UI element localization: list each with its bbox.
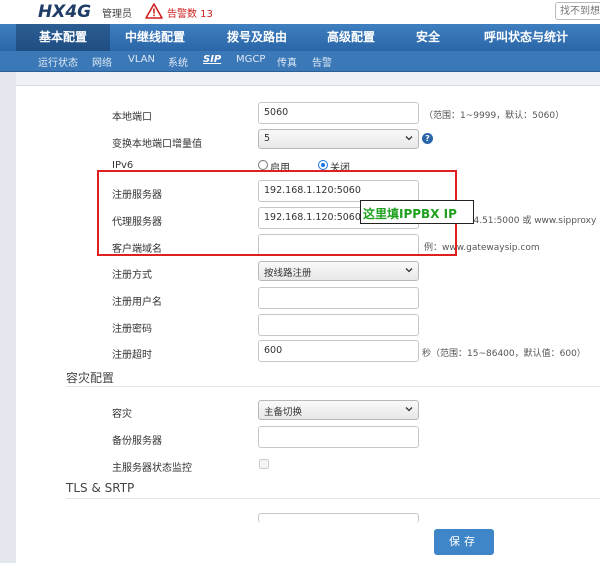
register-mode-select[interactable]: 按线路注册 (258, 261, 419, 281)
section-divider (66, 498, 600, 499)
register-user-input[interactable] (258, 287, 419, 309)
port-increment-select[interactable]: 5 (258, 129, 419, 149)
tab-call-stats[interactable]: 呼叫状态与统计 (470, 24, 582, 51)
content-gap (16, 72, 600, 85)
alarm-count[interactable]: 告警数 13 (167, 5, 213, 20)
subnav-sip[interactable]: SIP (203, 54, 221, 65)
register-password-label: 注册密码 (112, 324, 152, 335)
subnav-network[interactable]: 网络 (92, 54, 112, 69)
port-increment-label: 变换本地端口增量值 (112, 139, 202, 150)
monitor-checkbox[interactable] (259, 459, 269, 469)
tab-security[interactable]: 安全 (406, 24, 450, 51)
subnav-system[interactable]: 系统 (168, 54, 188, 69)
user-label: 管理员 (102, 9, 132, 20)
top-bar: HX4G 管理员 告警数 13 (0, 0, 600, 24)
backup-server-input[interactable] (258, 426, 419, 448)
section-divider (66, 386, 600, 387)
disaster-mode-label: 容灾 (112, 409, 132, 420)
tab-basic-config[interactable]: 基本配置 (16, 24, 110, 51)
tab-trunk-config[interactable]: 中继线配置 (112, 24, 198, 51)
register-password-input[interactable] (258, 314, 419, 336)
register-timeout-hint: 秒（范围：15~86400，默认值：600） (422, 349, 586, 359)
register-timeout-input[interactable]: 600 (258, 340, 419, 362)
backup-server-label: 备份服务器 (112, 436, 162, 447)
main-nav: 基本配置 中继线配置 拨号及路由 高级配置 安全 呼叫状态与统计 (0, 24, 600, 51)
tab-advanced[interactable]: 高级配置 (314, 24, 388, 51)
local-port-hint: （范围：1~9999，默认：5060） (424, 111, 565, 121)
disaster-section-title: 容灾配置 (66, 371, 115, 385)
chevron-down-icon (405, 407, 413, 412)
subnav-fax[interactable]: 传真 (277, 54, 297, 69)
logo: HX4G (38, 2, 92, 22)
search-input[interactable] (555, 2, 600, 20)
chevron-down-icon (405, 136, 413, 141)
local-port-input[interactable]: 5060 (258, 102, 419, 124)
register-mode-label: 注册方式 (112, 270, 152, 281)
warning-icon[interactable] (145, 3, 163, 19)
subnav-vlan[interactable]: VLAN (128, 54, 155, 65)
help-icon[interactable]: ? (422, 133, 433, 144)
left-strip (0, 72, 16, 563)
sub-nav: 运行状态 网络 VLAN 系统 SIP MGCP 传真 告警 (0, 51, 600, 72)
tab-dial-route[interactable]: 拨号及路由 (214, 24, 300, 51)
tls-field[interactable] (258, 513, 419, 523)
ipv6-enable-radio[interactable] (258, 160, 268, 170)
register-mode-value: 按线路注册 (264, 268, 312, 279)
ipv6-disable-radio[interactable] (318, 160, 328, 170)
monitor-label: 主服务器状态监控 (112, 463, 192, 474)
tls-section-title: TLS & SRTP (66, 481, 135, 495)
register-user-label: 注册用户名 (112, 297, 162, 308)
disaster-mode-select[interactable]: 主备切换 (258, 400, 419, 420)
register-timeout-label: 注册超时 (112, 350, 152, 361)
chevron-down-icon (405, 268, 413, 273)
port-increment-value: 5 (264, 133, 271, 144)
annotation-label: 这里填IPPBX IP (360, 200, 474, 224)
save-button[interactable]: 保存 (434, 529, 494, 555)
subnav-mgcp[interactable]: MGCP (236, 54, 265, 65)
subnav-alarm[interactable]: 告警 (312, 54, 332, 69)
subnav-status[interactable]: 运行状态 (38, 54, 78, 69)
disaster-mode-value: 主备切换 (264, 407, 303, 418)
local-port-label: 本地端口 (112, 112, 152, 123)
